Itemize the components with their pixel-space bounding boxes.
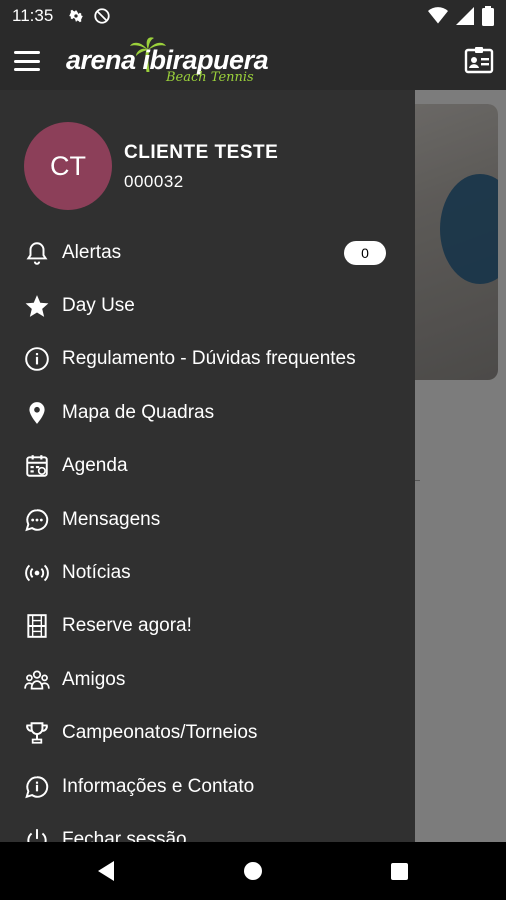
menu-item-mensagens[interactable]: Mensagens [0, 493, 415, 546]
user-name: CLIENTE TESTE [124, 142, 279, 163]
app-logo: arena ibirapuera Beach Tennis [66, 36, 296, 88]
menu-item-regulamento[interactable]: Regulamento - Dúvidas frequentes [0, 333, 415, 386]
menu-item-informacoes-contato[interactable]: Informações e Contato [0, 760, 415, 813]
menu-hamburger-icon[interactable] [14, 51, 40, 71]
menu-item-alertas[interactable]: Alertas 0 [0, 226, 415, 279]
do-not-disturb-icon [94, 8, 110, 24]
menu-item-label: Informações e Contato [62, 775, 255, 797]
status-time: 11:35 [12, 6, 54, 25]
trophy-icon [26, 722, 48, 744]
menu-item-label: Notícias [62, 562, 131, 584]
menu-item-day-use[interactable]: Day Use [0, 279, 415, 332]
drawer-menu: Alertas 0 Day Use Regulamento - Dúvidas … [0, 226, 415, 842]
home-circle-icon[interactable] [244, 862, 262, 880]
menu-item-noticias[interactable]: Notícias [0, 546, 415, 599]
menu-item-campeonatos-torneios[interactable]: Campeonatos/Torneios [0, 707, 415, 760]
info-icon [25, 347, 49, 372]
menu-item-fechar-sessao[interactable]: Fechar sessão [0, 813, 415, 842]
navigation-drawer: CT CLIENTE TESTE 000032 Alertas 0 Day Us… [0, 90, 415, 842]
court-icon [27, 614, 47, 639]
avatar: CT [24, 122, 112, 210]
cellular-signal-icon [456, 7, 474, 25]
map-pin-icon [29, 402, 45, 424]
id-card-icon[interactable] [464, 45, 494, 75]
menu-item-label: Agenda [62, 455, 128, 477]
info-chat-icon [25, 775, 49, 798]
recents-square-icon[interactable] [391, 863, 408, 880]
alert-count-badge: 0 [344, 240, 386, 265]
menu-item-label: Mapa de Quadras [62, 401, 215, 423]
friends-icon [24, 670, 50, 690]
bell-icon [26, 241, 48, 265]
user-code: 000032 [124, 172, 184, 191]
menu-item-label: Day Use [62, 295, 135, 317]
broadcast-icon [25, 564, 49, 582]
menu-item-label: Alertas [62, 241, 122, 263]
settings-gear-icon [69, 9, 84, 23]
app-bar: arena ibirapuera Beach Tennis [0, 32, 506, 90]
system-navigation-bar [0, 842, 506, 900]
menu-item-agenda[interactable]: Agenda [0, 440, 415, 493]
logo-tagline: Beach Tennis [166, 70, 254, 85]
menu-item-amigos[interactable]: Amigos [0, 653, 415, 706]
menu-item-label: Reserve agora! [62, 615, 192, 637]
power-icon [27, 829, 47, 842]
back-triangle-icon[interactable] [96, 860, 116, 882]
status-bar: 11:35 [0, 0, 506, 32]
menu-item-label: Mensagens [62, 508, 161, 530]
menu-item-mapa-de-quadras[interactable]: Mapa de Quadras [0, 386, 415, 439]
menu-item-reserve-agora[interactable]: Reserve agora! [0, 600, 415, 653]
menu-item-label: Fechar sessão [62, 828, 187, 842]
wifi-icon [428, 7, 448, 24]
star-icon [25, 295, 49, 317]
chat-icon [25, 508, 49, 531]
menu-item-label: Regulamento - Dúvidas frequentes [62, 348, 356, 370]
battery-icon [482, 6, 494, 26]
calendar-icon [26, 455, 48, 477]
menu-item-label: Amigos [62, 668, 126, 690]
menu-item-label: Campeonatos/Torneios [62, 722, 258, 744]
